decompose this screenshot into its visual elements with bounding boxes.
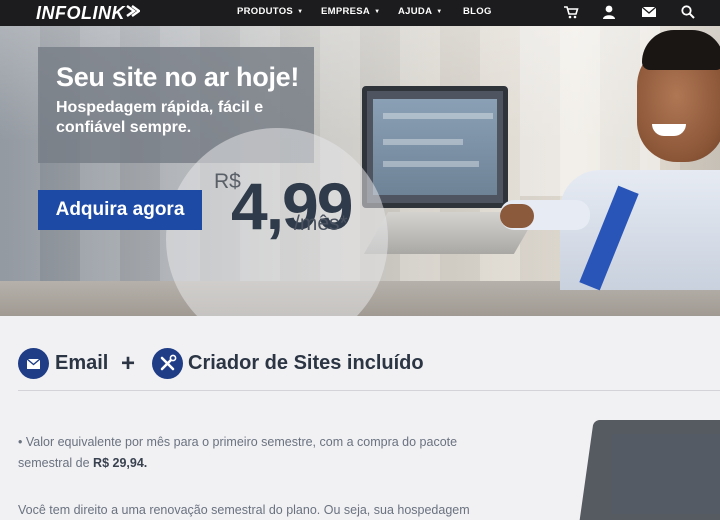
laptop-screen <box>373 99 497 195</box>
menu-ajuda-label: AJUDA <box>398 6 433 17</box>
chevron-down-icon: ▼ <box>374 9 381 15</box>
chevron-down-icon: ▼ <box>436 9 443 15</box>
footnote-text: • Valor equivalente por mês para o prime… <box>18 435 458 470</box>
buy-now-button[interactable]: Adquira agora <box>38 190 202 230</box>
hero-title: Seu site no ar hoje! <box>56 62 300 92</box>
email-feature-label: Email <box>55 352 109 374</box>
menu-produtos-label: PRODUTOS <box>237 6 294 17</box>
background-laptop-screen <box>612 434 720 514</box>
menu-blog[interactable]: BLOG <box>463 6 492 17</box>
tools-icon <box>160 354 177 371</box>
section-divider <box>18 390 720 391</box>
menu-empresa-label: EMPRESA <box>321 6 371 17</box>
features-section <box>0 316 720 520</box>
laptop-illustration <box>362 86 508 208</box>
footnote-price: R$ 29,94. <box>93 456 148 470</box>
top-navbar: INFOLINK PRODUTOS ▼ EMPRESA ▼ AJUDA ▼ BLOG <box>0 0 720 26</box>
person-hair <box>642 30 720 70</box>
user-icon[interactable] <box>601 4 617 20</box>
search-icon[interactable] <box>680 4 696 20</box>
logo-mark-icon <box>126 5 140 17</box>
chevron-down-icon: ▼ <box>297 9 304 15</box>
menu-ajuda[interactable]: AJUDA ▼ <box>398 6 442 17</box>
renewal-text: Você tem direito a uma renovação semestr… <box>18 503 470 517</box>
screen-bar <box>383 139 463 145</box>
price-footnote: • Valor equivalente por mês para o prime… <box>18 432 488 474</box>
mail-icon[interactable] <box>641 4 657 20</box>
menu-blog-label: BLOG <box>463 6 492 17</box>
menu-empresa[interactable]: EMPRESA ▼ <box>321 6 380 17</box>
menu-produtos[interactable]: PRODUTOS ▼ <box>237 6 303 17</box>
person-hand <box>500 204 534 228</box>
logo[interactable]: INFOLINK <box>36 3 125 24</box>
site-builder-feature-icon <box>152 348 183 379</box>
screen-bar <box>383 113 493 119</box>
site-builder-feature-label: Criador de Sites incluído <box>188 352 424 374</box>
mail-icon <box>26 358 41 369</box>
screen-bar <box>383 161 479 167</box>
cart-icon[interactable] <box>563 4 579 20</box>
plus-sign: + <box>121 350 136 377</box>
email-feature-icon <box>18 348 49 379</box>
price-period: /mês* <box>294 212 348 235</box>
